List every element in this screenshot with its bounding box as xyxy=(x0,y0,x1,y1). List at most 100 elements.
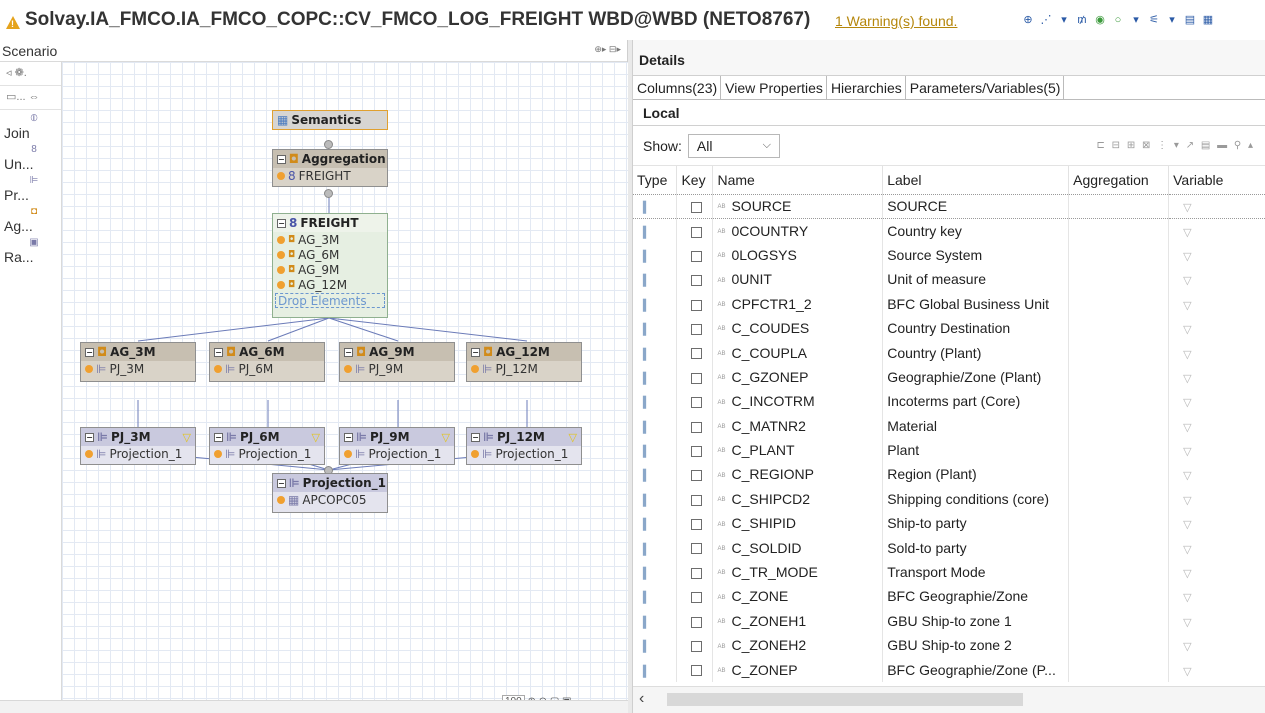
aggregation-node-12m[interactable]: − ◘ AG_12M ⊫ PJ_12M xyxy=(466,342,582,382)
col-header-name[interactable]: Name xyxy=(712,166,884,194)
collapse-icon[interactable]: − xyxy=(344,347,353,357)
table-row[interactable]: ▍ AB C_REGIONP Region (Plant) ▽ xyxy=(633,462,1265,487)
aggregation-cell[interactable] xyxy=(1068,218,1170,243)
projection-node-12m[interactable]: − ⊫ PJ_12M ▽ ⊫ Projection_1 xyxy=(466,427,582,465)
key-checkbox[interactable] xyxy=(691,616,703,628)
table-row[interactable]: ▍ AB SOURCE SOURCE ▽ xyxy=(633,193,1265,219)
table-row[interactable]: ▍ AB C_PLANT Plant ▽ xyxy=(633,437,1265,463)
key-checkbox[interactable] xyxy=(691,201,703,213)
collapse-icon[interactable]: − xyxy=(277,478,286,488)
aggregation-cell[interactable] xyxy=(1068,657,1170,682)
aggregation-node[interactable]: − ◘ Aggregation 8 FREIGHT xyxy=(272,149,388,187)
projection-node-3m[interactable]: − ⊫ PJ_3M ▽ ⊫ Projection_1 xyxy=(80,427,196,465)
table-row[interactable]: ▍ AB 0LOGSYS Source System ▽ xyxy=(633,242,1265,268)
key-checkbox[interactable] xyxy=(691,372,703,384)
filter-icon[interactable]: ▽ xyxy=(1173,300,1191,312)
palette-join[interactable]: ⦶ Join xyxy=(0,110,61,141)
aggregation-cell[interactable] xyxy=(1068,511,1170,536)
tab-view-properties[interactable]: View Properties xyxy=(721,76,827,99)
filter-icon[interactable]: ▽ xyxy=(1173,544,1191,556)
tab-hierarchies[interactable]: Hierarchies xyxy=(827,76,906,99)
collapse-icon[interactable]: − xyxy=(471,347,480,357)
filter-icon[interactable]: ▽ xyxy=(1173,373,1191,385)
table-row[interactable]: ▍ AB C_INCOTRM Incoterms part (Core) ▽ xyxy=(633,389,1265,414)
collapse-icon[interactable]: − xyxy=(277,218,286,228)
aggregation-cell[interactable] xyxy=(1068,633,1170,658)
aggregation-cell[interactable] xyxy=(1068,584,1170,609)
collapse-icon[interactable]: − xyxy=(277,154,286,164)
aggregation-node-9m[interactable]: − ◘ AG_9M ⊫ PJ_9M xyxy=(339,342,455,382)
aggregation-cell[interactable] xyxy=(1068,559,1170,585)
filter-icon[interactable]: ▽ xyxy=(1173,397,1191,409)
table-row[interactable]: ▍ AB C_ZONEP BFC Geographie/Zone (P... ▽ xyxy=(633,657,1265,682)
aggregation-cell[interactable] xyxy=(1068,389,1170,414)
key-checkbox[interactable] xyxy=(691,250,703,262)
semantics-node[interactable]: ▦ Semantics xyxy=(272,110,388,130)
key-checkbox[interactable] xyxy=(691,421,703,433)
dropdown-arrow-icon[interactable]: ▾ xyxy=(1058,14,1070,26)
table-row[interactable]: ▍ AB C_TR_MODE Transport Mode ▽ xyxy=(633,559,1265,585)
key-checkbox[interactable] xyxy=(691,641,703,653)
filter-icon[interactable]: ▽ xyxy=(1173,446,1191,458)
scenario-canvas[interactable]: ▦ Semantics − ◘ Aggregation 8 FREIGHT − … xyxy=(62,62,628,713)
table-row[interactable]: ▍ AB 0COUNTRY Country key ▽ xyxy=(633,218,1265,243)
key-checkbox[interactable] xyxy=(691,348,703,360)
filter-icon[interactable]: ▽ xyxy=(1173,592,1191,604)
key-checkbox[interactable] xyxy=(691,323,703,335)
filter-icon[interactable]: ▽ xyxy=(1173,251,1191,263)
drop-elements-zone[interactable]: Drop Elements xyxy=(275,293,385,308)
dropdown-arrow-icon[interactable]: ▾ xyxy=(1130,14,1142,26)
palette-rank[interactable]: ▣ Ra... xyxy=(0,234,61,265)
key-checkbox[interactable] xyxy=(691,543,703,555)
aggregation-node-6m[interactable]: − ◘ AG_6M ⊫ PJ_6M xyxy=(209,342,325,382)
freight-union-node[interactable]: − 8 FREIGHT ◘ AG_3M ◘ AG_6M ◘ AG_9M ◘ AG_12M… xyxy=(272,213,388,318)
key-checkbox[interactable] xyxy=(691,397,703,409)
filter-icon[interactable]: ▽ xyxy=(1173,422,1191,434)
palette-projection[interactable]: ⊫ Pr... xyxy=(0,172,61,203)
aggregation-cell[interactable] xyxy=(1068,315,1170,341)
key-checkbox[interactable] xyxy=(691,567,703,579)
tab-columns[interactable]: Columns(23) xyxy=(633,76,722,99)
projection-node-source[interactable]: − ⊫ Projection_1 ▦ APCOPC05 xyxy=(272,473,388,513)
globe-icon[interactable]: ⊕ xyxy=(1022,14,1034,26)
run-icon[interactable]: ○ xyxy=(1112,14,1124,26)
aggregation-cell[interactable] xyxy=(1068,242,1170,268)
aggregation-cell[interactable] xyxy=(1068,462,1170,487)
warning-link[interactable]: 1 Warning(s) found. xyxy=(835,13,957,29)
filter-icon[interactable]: ▽ xyxy=(1173,568,1191,580)
key-checkbox[interactable] xyxy=(691,299,703,311)
projection-node-6m[interactable]: − ⊫ PJ_6M ▽ ⊫ Projection_1 xyxy=(209,427,325,465)
key-checkbox[interactable] xyxy=(691,470,703,482)
filter-icon[interactable]: ▽ xyxy=(1173,519,1191,531)
table-row[interactable]: ▍ AB C_SHIPCD2 Shipping conditions (core) ▽ xyxy=(633,486,1265,512)
filter-icon[interactable]: ▽ xyxy=(1173,324,1191,336)
table-row[interactable]: ▍ AB C_GZONEP Geographie/Zone (Plant) ▽ xyxy=(633,364,1265,390)
table-row[interactable]: ▍ AB C_COUPLA Country (Plant) ▽ xyxy=(633,340,1265,365)
collapse-icon[interactable]: − xyxy=(344,432,353,442)
key-checkbox[interactable] xyxy=(691,494,703,506)
key-checkbox[interactable] xyxy=(691,275,703,287)
aggregation-cell[interactable] xyxy=(1068,608,1170,634)
col-header-type[interactable]: Type xyxy=(633,166,678,194)
connector-handle[interactable] xyxy=(324,189,333,198)
key-checkbox[interactable] xyxy=(691,445,703,457)
key-checkbox[interactable] xyxy=(691,592,703,604)
table-row[interactable]: ▍ AB C_ZONEH2 GBU Ship-to zone 2 ▽ xyxy=(633,633,1265,658)
collapse-icon[interactable]: − xyxy=(85,432,94,442)
collapse-icon[interactable]: − xyxy=(471,432,480,442)
data-preview-icon[interactable]: ⚟ xyxy=(1148,14,1160,26)
filter-icon[interactable]: ▽ xyxy=(1173,495,1191,507)
connector-handle[interactable] xyxy=(324,140,333,149)
filter-icon[interactable]: ▽ xyxy=(1173,227,1191,239)
table-row[interactable]: ▍ AB C_ZONE BFC Geographie/Zone ▽ xyxy=(633,584,1265,609)
key-checkbox[interactable] xyxy=(691,519,703,531)
layout-icon[interactable]: ▦ xyxy=(1202,14,1214,26)
table-row[interactable]: ▍ AB C_COUDES Country Destination ▽ xyxy=(633,315,1265,341)
palette-aggregation[interactable]: ◘ Ag... xyxy=(0,203,61,234)
aggregation-cell[interactable] xyxy=(1068,291,1170,316)
properties-icon[interactable]: ▤ xyxy=(1184,14,1196,26)
projection-node-9m[interactable]: − ⊫ PJ_9M ▽ ⊫ Projection_1 xyxy=(339,427,455,465)
table-row[interactable]: ▍ AB 0UNIT Unit of measure ▽ xyxy=(633,267,1265,292)
aggregation-cell[interactable] xyxy=(1068,413,1170,438)
show-select[interactable]: All ⌵ xyxy=(687,133,780,158)
